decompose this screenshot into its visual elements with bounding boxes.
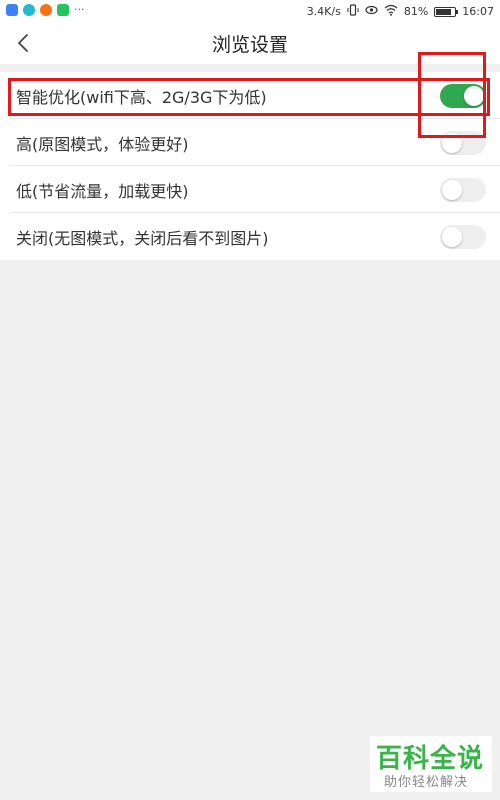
setting-row-off[interactable]: 关闭(无图模式，关闭后看不到图片): [0, 213, 500, 260]
toggle-knob: [464, 85, 484, 106]
image-quality-settings-list: 智能优化(wifi下高、2G/3G下为低) 高(原图模式，体验更好) 低(节省流…: [0, 72, 500, 260]
eye-comfort-icon: [365, 4, 378, 20]
setting-row-low[interactable]: 低(节省流量，加载更快): [0, 166, 500, 213]
status-bar: ··· 3.4K/s 81% 16:07: [0, 0, 500, 22]
setting-label: 关闭(无图模式，关闭后看不到图片): [16, 228, 269, 248]
watermark-subtitle: 助你轻松解决: [384, 775, 469, 790]
toggle-knob: [442, 132, 462, 153]
battery-percent: 81%: [403, 5, 429, 18]
battery-level-fill: [436, 9, 451, 15]
toggle-knob: [442, 226, 462, 247]
setting-row-high[interactable]: 高(原图模式，体验更好): [0, 119, 500, 166]
wifi-icon: [384, 4, 398, 20]
app-header: 浏览设置: [0, 22, 500, 64]
app-notification-icon-3: [40, 4, 52, 16]
network-speed: 3.4K/s: [306, 5, 341, 18]
overflow-notifications-icon: ···: [74, 3, 85, 16]
app-notification-icon-1: [6, 4, 18, 16]
vibrate-icon: [347, 4, 359, 20]
setting-label: 高(原图模式，体验更好): [16, 134, 189, 154]
watermark-title: 百科全说: [376, 744, 485, 774]
page-title: 浏览设置: [211, 34, 288, 56]
app-notification-icon-4: [57, 4, 69, 16]
battery-icon: [434, 7, 459, 17]
clock: 16:07: [462, 5, 494, 18]
status-bar-notifications: ···: [6, 4, 85, 16]
toggle-knob: [442, 179, 462, 200]
toggle-smart-optimize[interactable]: [440, 83, 486, 108]
toggle-no-images[interactable]: [440, 224, 486, 249]
setting-label: 低(节省流量，加载更快): [16, 181, 189, 201]
app-notification-icon-2: [23, 4, 35, 16]
toggle-high-quality[interactable]: [440, 130, 486, 155]
watermark-logo: 百科全说 助你轻松解决: [370, 736, 492, 792]
status-bar-system: 3.4K/s 81% 16:07: [307, 4, 494, 20]
setting-row-smart[interactable]: 智能优化(wifi下高、2G/3G下为低): [0, 72, 500, 119]
toggle-low-quality[interactable]: [440, 177, 486, 202]
setting-label: 智能优化(wifi下高、2G/3G下为低): [16, 87, 267, 107]
header-separator: [0, 64, 500, 72]
